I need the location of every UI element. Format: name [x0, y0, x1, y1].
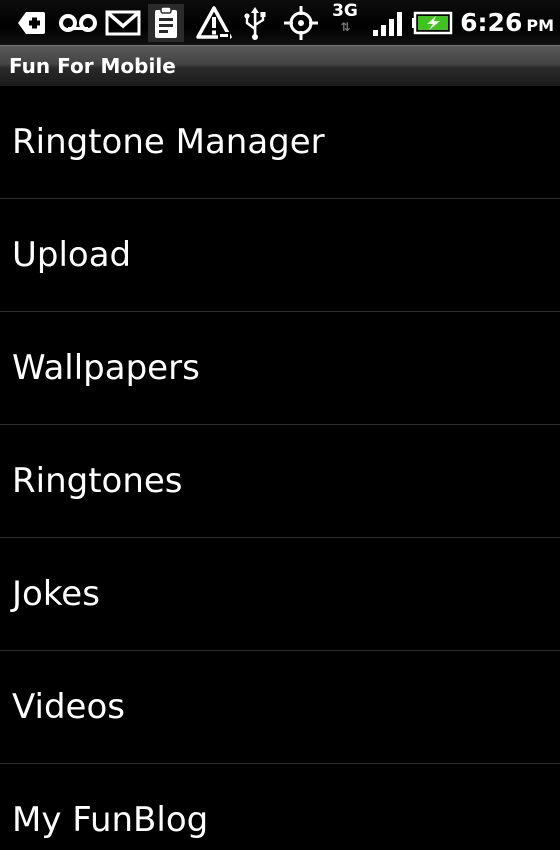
menu-item-wallpapers[interactable]: Wallpapers: [0, 312, 560, 425]
network-type-label: 3G: [332, 1, 358, 21]
menu-item-upload[interactable]: Upload: [0, 199, 560, 312]
menu-item-ringtone-manager[interactable]: Ringtone Manager: [0, 86, 560, 199]
network-3g-indicator: 3G ⇅: [329, 3, 361, 41]
battery-charging-icon: [412, 0, 456, 45]
gps-icon: [282, 0, 320, 45]
app-title: Fun For Mobile: [9, 54, 176, 78]
menu-item-label: Ringtone Manager: [12, 122, 325, 162]
main-menu-list: Ringtone Manager Upload Wallpapers Ringt…: [0, 86, 560, 850]
menu-item-jokes[interactable]: Jokes: [0, 538, 560, 651]
clock-time: 6:26: [460, 8, 523, 37]
clock-ampm: PM: [526, 16, 554, 35]
menu-item-my-funblog[interactable]: My FunBlog: [0, 764, 560, 850]
menu-item-label: My FunBlog: [12, 800, 209, 840]
voicemail-icon: [57, 0, 99, 45]
warning-icon: [195, 0, 233, 45]
menu-item-ringtones[interactable]: Ringtones: [0, 425, 560, 538]
usb-icon: [240, 0, 270, 45]
plus-badge-icon: [14, 0, 48, 45]
menu-item-label: Videos: [12, 687, 125, 727]
gmail-icon: [104, 0, 142, 45]
signal-icon: [370, 0, 406, 45]
status-clock: 6:26 PM: [460, 0, 554, 45]
menu-item-videos[interactable]: Videos: [0, 651, 560, 764]
menu-item-label: Jokes: [12, 574, 100, 614]
menu-item-label: Upload: [12, 235, 132, 275]
menu-item-label: Ringtones: [12, 461, 183, 501]
data-arrows-icon: ⇅: [340, 20, 350, 34]
menu-item-label: Wallpapers: [12, 348, 200, 388]
app-title-bar: Fun For Mobile: [0, 45, 560, 86]
status-bar: 3G ⇅ 6:26 PM: [0, 0, 560, 45]
clipboard-icon: [147, 0, 185, 45]
phone-screen: 3G ⇅ 6:26 PM Fun For Mobile Ringtone Man…: [0, 0, 560, 850]
